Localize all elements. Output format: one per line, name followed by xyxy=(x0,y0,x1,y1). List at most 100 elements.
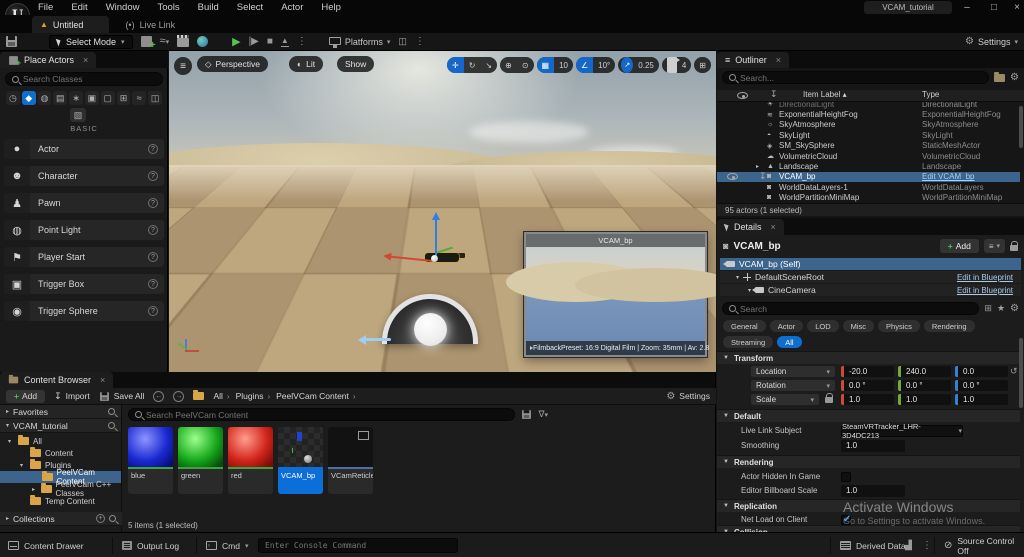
smoothing-field[interactable]: 1.0 xyxy=(841,439,905,452)
actor-category-icon[interactable]: ▢ xyxy=(100,91,115,105)
rotation-x-field[interactable]: 0.0 ° xyxy=(841,380,894,391)
outliner-row[interactable]: ↧ ▸ ☼ SkyAtmosphere SkyAtmosphere xyxy=(717,120,1020,130)
level-viewport[interactable]: VCAM_bp FilmbackPreset: 16:9 Digital Fil… xyxy=(169,51,716,372)
move-tool-button[interactable]: ✛ xyxy=(447,57,464,73)
search-icon[interactable] xyxy=(108,422,115,429)
expand-arrow-icon[interactable] xyxy=(32,486,37,493)
menu-item[interactable]: Window xyxy=(106,2,140,13)
save-all-button[interactable]: Save All xyxy=(99,391,144,402)
editor-modes-icon[interactable] xyxy=(197,36,209,47)
outliner-settings-icon[interactable]: ⚙ xyxy=(1010,72,1019,83)
add-content-button[interactable]: + Add xyxy=(6,389,46,403)
filter-tab[interactable]: LOD xyxy=(807,320,839,332)
menu-item[interactable]: Build xyxy=(198,2,219,13)
outliner-row[interactable]: ↧ ▸ ☁ VolumetricCloud VolumetricCloud xyxy=(717,151,1020,161)
world-space-button[interactable]: ⊕ xyxy=(500,57,517,73)
place-actor-item[interactable]: ● Actor ? xyxy=(4,139,164,159)
breadcrumb-item[interactable]: All › xyxy=(213,391,229,401)
details-search-input[interactable] xyxy=(740,303,973,314)
visibility-column-icon[interactable] xyxy=(737,92,748,99)
blueprints-icon[interactable]: ≈▾ xyxy=(160,36,170,47)
filter-tab[interactable]: Physics xyxy=(878,320,920,332)
scale-snap-icon[interactable]: ↗ xyxy=(621,57,634,73)
angle-snap-value[interactable]: 10° xyxy=(593,57,615,73)
expand-arrow-icon[interactable] xyxy=(20,462,26,469)
settings-dropdown[interactable]: ⚙ Settings ▾ xyxy=(965,36,1018,47)
save-search-icon[interactable] xyxy=(522,410,532,419)
play-options-menu[interactable]: ⋮ xyxy=(297,36,307,47)
content-browser-settings[interactable]: ⚙ Settings xyxy=(666,391,710,402)
breadcrumb-item[interactable]: Plugins › xyxy=(236,391,271,401)
location-y-field[interactable]: 240.0 xyxy=(898,366,951,377)
expand-arrow-icon[interactable]: ▸ xyxy=(756,163,759,170)
close-button[interactable]: × xyxy=(1006,0,1024,14)
angle-snap-icon[interactable]: ∠ xyxy=(575,57,594,73)
restore-button[interactable]: □ xyxy=(983,0,1005,14)
cmd-dropdown[interactable]: › Cmd ▾ xyxy=(206,533,248,557)
source-control-button[interactable]: ⊘ Source Control Off xyxy=(944,533,1024,557)
place-actor-item[interactable]: ◉ Trigger Sphere ? xyxy=(4,301,164,321)
scale-y-field[interactable]: 1.0 xyxy=(898,394,951,405)
tab-place-actors[interactable]: Place Actors × xyxy=(0,52,97,68)
blueprint-edit-dropdown[interactable]: ≡ ▾ xyxy=(983,239,1005,253)
location-z-field[interactable]: 0.0 xyxy=(955,366,1008,377)
outliner-scrollbar[interactable] xyxy=(1019,106,1023,148)
asset-tile[interactable]: red xyxy=(228,427,273,494)
asset-tile[interactable]: blue xyxy=(128,427,173,494)
vcam-preview-window[interactable]: VCAM_bp FilmbackPreset: 16:9 Digital Fil… xyxy=(506,232,716,357)
actor-category-icon[interactable]: ∗ xyxy=(69,91,83,105)
close-icon[interactable]: × xyxy=(776,55,781,65)
actor-category-icon[interactable]: ◆ xyxy=(21,91,36,105)
menu-item[interactable]: Tools xyxy=(157,2,179,13)
section-transform[interactable]: ▼ Transform xyxy=(717,351,1020,364)
expand-arrow-icon[interactable]: ▾ xyxy=(736,274,739,281)
filter-icon[interactable]: ∇▾ xyxy=(538,409,548,420)
actor-category-icon[interactable]: ≈ xyxy=(132,91,147,105)
actor-category-icon[interactable]: ⊞ xyxy=(116,91,131,105)
toolbar-overflow-menu[interactable]: ⋮ xyxy=(415,36,425,47)
actor-hidden-checkbox[interactable] xyxy=(841,471,851,482)
filter-tab[interactable]: Misc xyxy=(842,320,875,332)
reset-to-default-icon[interactable]: ↺ xyxy=(1010,366,1018,377)
component-row[interactable]: ▾ CineCamera Edit in Blueprint xyxy=(720,284,1021,297)
item-label-header[interactable]: Item Label ▴ xyxy=(803,90,847,99)
grid-snap-icon[interactable]: ▦ xyxy=(536,57,555,73)
place-actor-item[interactable]: ▣ Trigger Box ? xyxy=(4,274,164,294)
console-command-input[interactable] xyxy=(258,538,458,553)
tab-details[interactable]: Details × xyxy=(717,219,784,235)
gizmo-origin[interactable] xyxy=(431,255,438,262)
menu-item[interactable]: File xyxy=(38,2,53,13)
outliner-row[interactable]: ↧ ▸ ≋ ExponentialHeightFog ExponentialHe… xyxy=(717,109,1020,119)
viewport-options-menu[interactable]: ≡ xyxy=(174,57,192,75)
close-icon[interactable]: × xyxy=(83,55,88,65)
gizmo-z-axis[interactable] xyxy=(432,212,440,257)
section-default[interactable]: ▼ Default xyxy=(717,409,1020,422)
asset-tile[interactable]: green xyxy=(178,427,223,494)
place-actors-search[interactable] xyxy=(5,72,163,86)
platforms-dropdown[interactable]: Platforms ▾ xyxy=(328,36,390,48)
menu-item[interactable]: Edit xyxy=(71,2,87,13)
add-component-button[interactable]: + Add xyxy=(939,239,979,253)
import-button[interactable]: ↧ Import xyxy=(54,391,90,402)
scale-dropdown[interactable]: Scale ▾ xyxy=(751,394,819,405)
actor-category-icon[interactable]: ◷ xyxy=(6,91,20,105)
outliner-row[interactable]: ↧ ▸ ◈ SM_SkySphere StaticMeshActor xyxy=(717,141,1020,151)
rotation-z-field[interactable]: 0.0 ° xyxy=(955,380,1008,391)
component-row[interactable]: ▾ DefaultSceneRoot Edit in Blueprint xyxy=(720,271,1021,284)
actor-category-icon[interactable]: ◫ xyxy=(148,91,162,105)
place-actor-item[interactable]: ⚑ Player Start ? xyxy=(4,247,164,267)
expand-arrow-icon[interactable]: ▾ xyxy=(748,287,751,294)
perspective-dropdown[interactable]: ◇ Perspective xyxy=(197,56,268,72)
breadcrumb-item[interactable]: PeelVCam Content › xyxy=(276,391,355,401)
outliner-search[interactable] xyxy=(722,71,990,84)
content-drawer-button[interactable]: Content Drawer xyxy=(8,533,84,557)
expand-arrow-icon[interactable] xyxy=(8,438,14,445)
lock-icon[interactable] xyxy=(1010,241,1018,251)
filter-tab[interactable]: Rendering xyxy=(923,320,975,332)
billboard-scale-field[interactable]: 1.0 xyxy=(841,484,905,497)
place-actor-item[interactable]: ☻ Character ? xyxy=(4,166,164,186)
location-x-field[interactable]: -20.0 xyxy=(841,366,894,377)
add-actor-icon[interactable] xyxy=(140,36,156,51)
filter-tab[interactable]: General xyxy=(723,320,766,332)
outliner-row[interactable]: ↧ ▸ ☀ DirectionalLight DirectionalLight xyxy=(717,102,1020,109)
